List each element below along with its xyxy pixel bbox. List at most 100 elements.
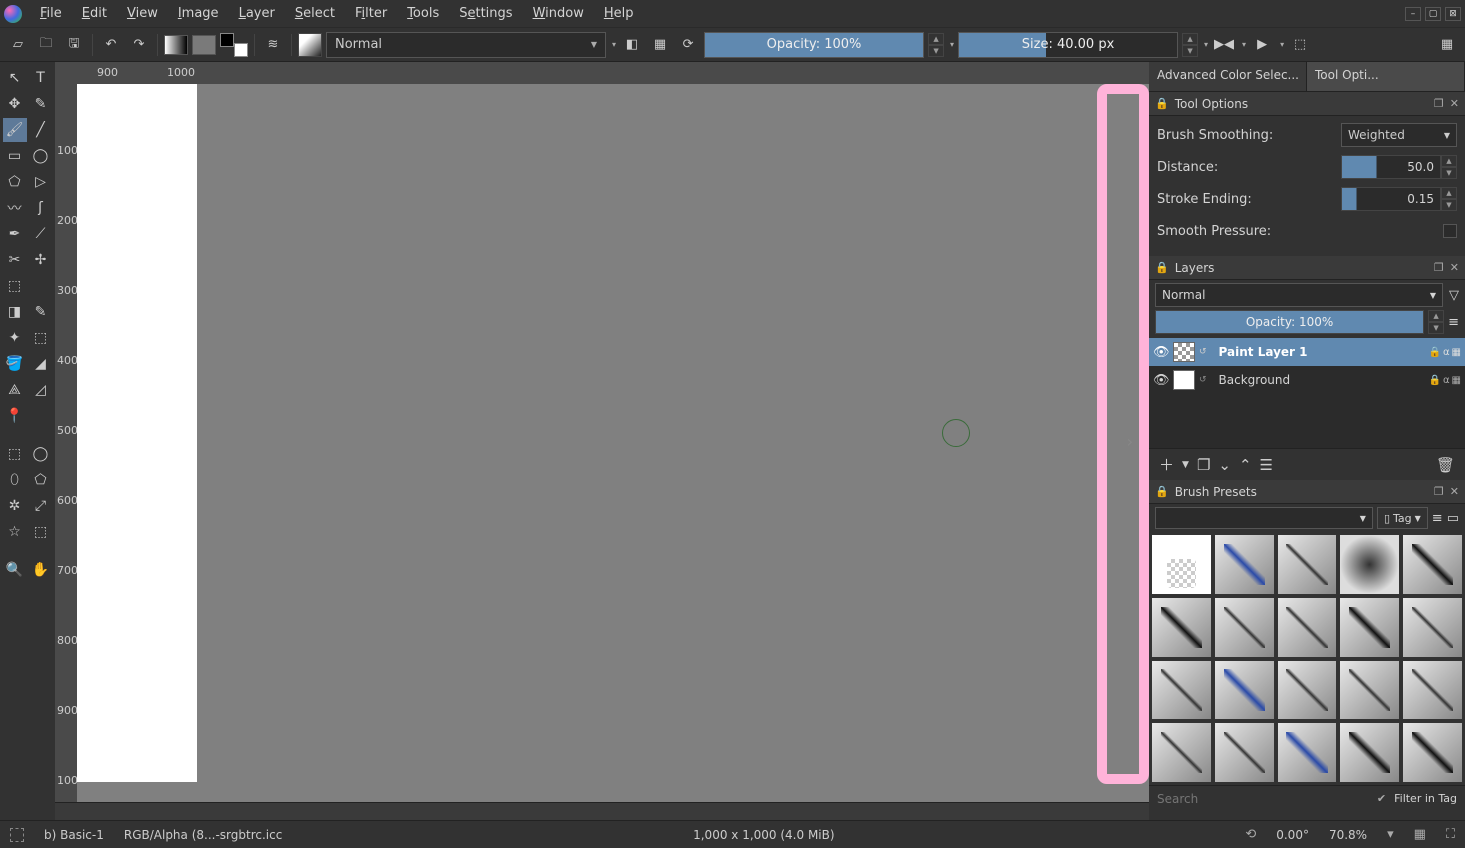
move-up-button[interactable]: ⌃	[1239, 456, 1252, 474]
line-tool[interactable]: ╱	[29, 118, 53, 142]
canvas-map-icon[interactable]: ▦	[1414, 827, 1426, 842]
perspective-tool[interactable]	[29, 274, 53, 298]
layer-blend-select[interactable]: Normal▼	[1155, 283, 1443, 307]
similar-select-tool[interactable]: ⤢	[29, 494, 53, 518]
add-layer-button[interactable]: ＋	[1159, 454, 1174, 475]
brush-preset[interactable]	[1339, 534, 1400, 595]
menu-window[interactable]: Window	[523, 2, 594, 25]
size-dropdown-icon[interactable]: ▾	[1204, 40, 1208, 49]
opacity-slider[interactable]: Opacity: 100%	[704, 32, 924, 58]
tab-advanced-color[interactable]: Advanced Color Selec...	[1149, 62, 1307, 91]
close-panel-button[interactable]: ✕	[1450, 97, 1459, 110]
delete-layer-button[interactable]: 🗑	[1436, 456, 1455, 474]
menu-settings[interactable]: Settings	[449, 2, 522, 25]
fullscreen-icon[interactable]: ⛶	[1446, 827, 1455, 842]
brush-preset[interactable]	[1277, 722, 1338, 783]
ruler-vertical[interactable]: 100 200 300 400 500 600 700 800 900 1000	[55, 84, 77, 802]
reload-preset-button[interactable]: ⟳	[676, 33, 700, 57]
brush-preset[interactable]	[1214, 597, 1275, 658]
preset-tag-select[interactable]: ▼	[1155, 507, 1373, 529]
ruler-horizontal[interactable]: 900 1000	[55, 62, 1149, 84]
pattern-swatch[interactable]	[192, 35, 216, 55]
rectangle-tool[interactable]: ▭	[3, 144, 27, 168]
polygonal-select-tool[interactable]: ⬠	[29, 468, 53, 492]
smart-patch-tool[interactable]: ⬚	[29, 326, 53, 350]
contiguous-select-tool[interactable]: ✲	[3, 494, 27, 518]
menu-image[interactable]: Image	[168, 2, 229, 25]
maximize-button[interactable]: ▢	[1425, 7, 1441, 21]
layer-menu-icon[interactable]: ≡	[1448, 315, 1459, 330]
tab-tool-options[interactable]: Tool Opti...	[1307, 62, 1465, 91]
mirror-v-button[interactable]: ▶	[1250, 33, 1274, 57]
mirror-h-dropdown[interactable]: ▾	[1242, 40, 1246, 49]
brush-preset[interactable]	[1277, 534, 1338, 595]
polyline-tool[interactable]: ▷	[29, 170, 53, 194]
minimize-button[interactable]: –	[1405, 7, 1421, 21]
rotation-icon[interactable]: ⟲	[1245, 827, 1256, 842]
float-panel-button[interactable]: ❐	[1434, 261, 1444, 274]
brush-preset[interactable]	[1214, 660, 1275, 721]
brush-preset[interactable]	[1151, 722, 1212, 783]
selection-indicator-icon[interactable]	[10, 828, 24, 842]
pan-tool[interactable]: ✋	[29, 558, 53, 582]
gradient-swatch[interactable]	[164, 35, 188, 55]
new-file-button[interactable]: ▱	[6, 33, 30, 57]
menu-edit[interactable]: Edit	[72, 2, 117, 25]
mirror-v-dropdown[interactable]: ▾	[1280, 40, 1284, 49]
brush-preset[interactable]	[1214, 534, 1275, 595]
magnetic-select-tool[interactable]: ⬚	[29, 520, 53, 544]
gradient-tool[interactable]: ◨	[3, 300, 27, 324]
opacity-spinner[interactable]: ▲▼	[928, 33, 944, 57]
menu-select[interactable]: Select	[285, 2, 345, 25]
move-tool[interactable]: ↖	[3, 66, 27, 90]
brush-preset[interactable]	[1151, 534, 1212, 595]
freehand-select-tool[interactable]: ⬯	[3, 468, 27, 492]
brush-preset[interactable]	[1151, 597, 1212, 658]
preset-list-view-icon[interactable]: ≡	[1432, 511, 1443, 526]
pin-tool[interactable]: 📍	[3, 404, 27, 428]
blend-mode-select[interactable]: Normal ▼	[326, 32, 606, 58]
brush-preset[interactable]	[1402, 722, 1463, 783]
measure-tool[interactable]: ⟁	[3, 378, 27, 402]
stroke-ending-spinner[interactable]: 0.15 ▲▼	[1341, 187, 1457, 211]
layer-properties-button[interactable]: ☰	[1260, 456, 1273, 474]
reference-tool[interactable]: ◿	[29, 378, 53, 402]
layer-filter-icon[interactable]: ▽	[1449, 288, 1459, 303]
mirror-h-button[interactable]: ▶◀	[1212, 33, 1236, 57]
text-tool[interactable]: T	[29, 66, 53, 90]
extra-tool[interactable]	[29, 404, 53, 428]
brush-preset-swatch[interactable]	[298, 33, 322, 57]
bezier-select-tool[interactable]: ☆	[3, 520, 27, 544]
brush-preset[interactable]	[1339, 722, 1400, 783]
duplicate-layer-button[interactable]: ❐	[1197, 456, 1210, 474]
menu-layer[interactable]: Layer	[229, 2, 285, 25]
crop-tool[interactable]: ✂	[3, 248, 27, 272]
size-slider[interactable]: Size: 40.00 px	[958, 32, 1178, 58]
transform-tool[interactable]: ✥	[3, 92, 27, 116]
pattern-edit-tool[interactable]: ✦	[3, 326, 27, 350]
color-swatches[interactable]	[220, 33, 248, 57]
horizontal-scrollbar[interactable]	[55, 802, 1149, 820]
close-panel-button[interactable]: ✕	[1450, 485, 1459, 498]
alpha-lock-button[interactable]: ▦	[648, 33, 672, 57]
calligraphy-tool[interactable]: ✒	[3, 222, 27, 246]
ellipse-select-tool[interactable]: ◯	[29, 442, 53, 466]
brush-tool[interactable]: 🖌	[3, 118, 27, 142]
brush-preset[interactable]	[1402, 534, 1463, 595]
size-spinner[interactable]: ▲▼	[1182, 33, 1198, 57]
panel-expand-arrow[interactable]: ›	[1127, 432, 1133, 451]
brush-preset[interactable]	[1277, 660, 1338, 721]
visibility-toggle[interactable]: 👁	[1153, 373, 1169, 388]
layer-opacity-spinner[interactable]: ▲▼	[1428, 310, 1444, 334]
zoom-tool[interactable]: 🔍	[3, 558, 27, 582]
preset-storage-icon[interactable]: ▭	[1447, 511, 1459, 526]
distance-spinner[interactable]: 50.0 ▲▼	[1341, 155, 1457, 179]
layer-item[interactable]: 👁 ↺ Background 🔒α▦	[1149, 366, 1465, 394]
brush-preset[interactable]	[1402, 660, 1463, 721]
add-layer-dropdown[interactable]: ▼	[1182, 460, 1189, 470]
rect-select-tool[interactable]: ⬚	[3, 442, 27, 466]
open-file-button[interactable]: 🗀	[34, 33, 58, 57]
menu-tools[interactable]: Tools	[397, 2, 449, 25]
eraser-mode-button[interactable]: ◧	[620, 33, 644, 57]
assistant-tool[interactable]: ◢	[29, 352, 53, 376]
